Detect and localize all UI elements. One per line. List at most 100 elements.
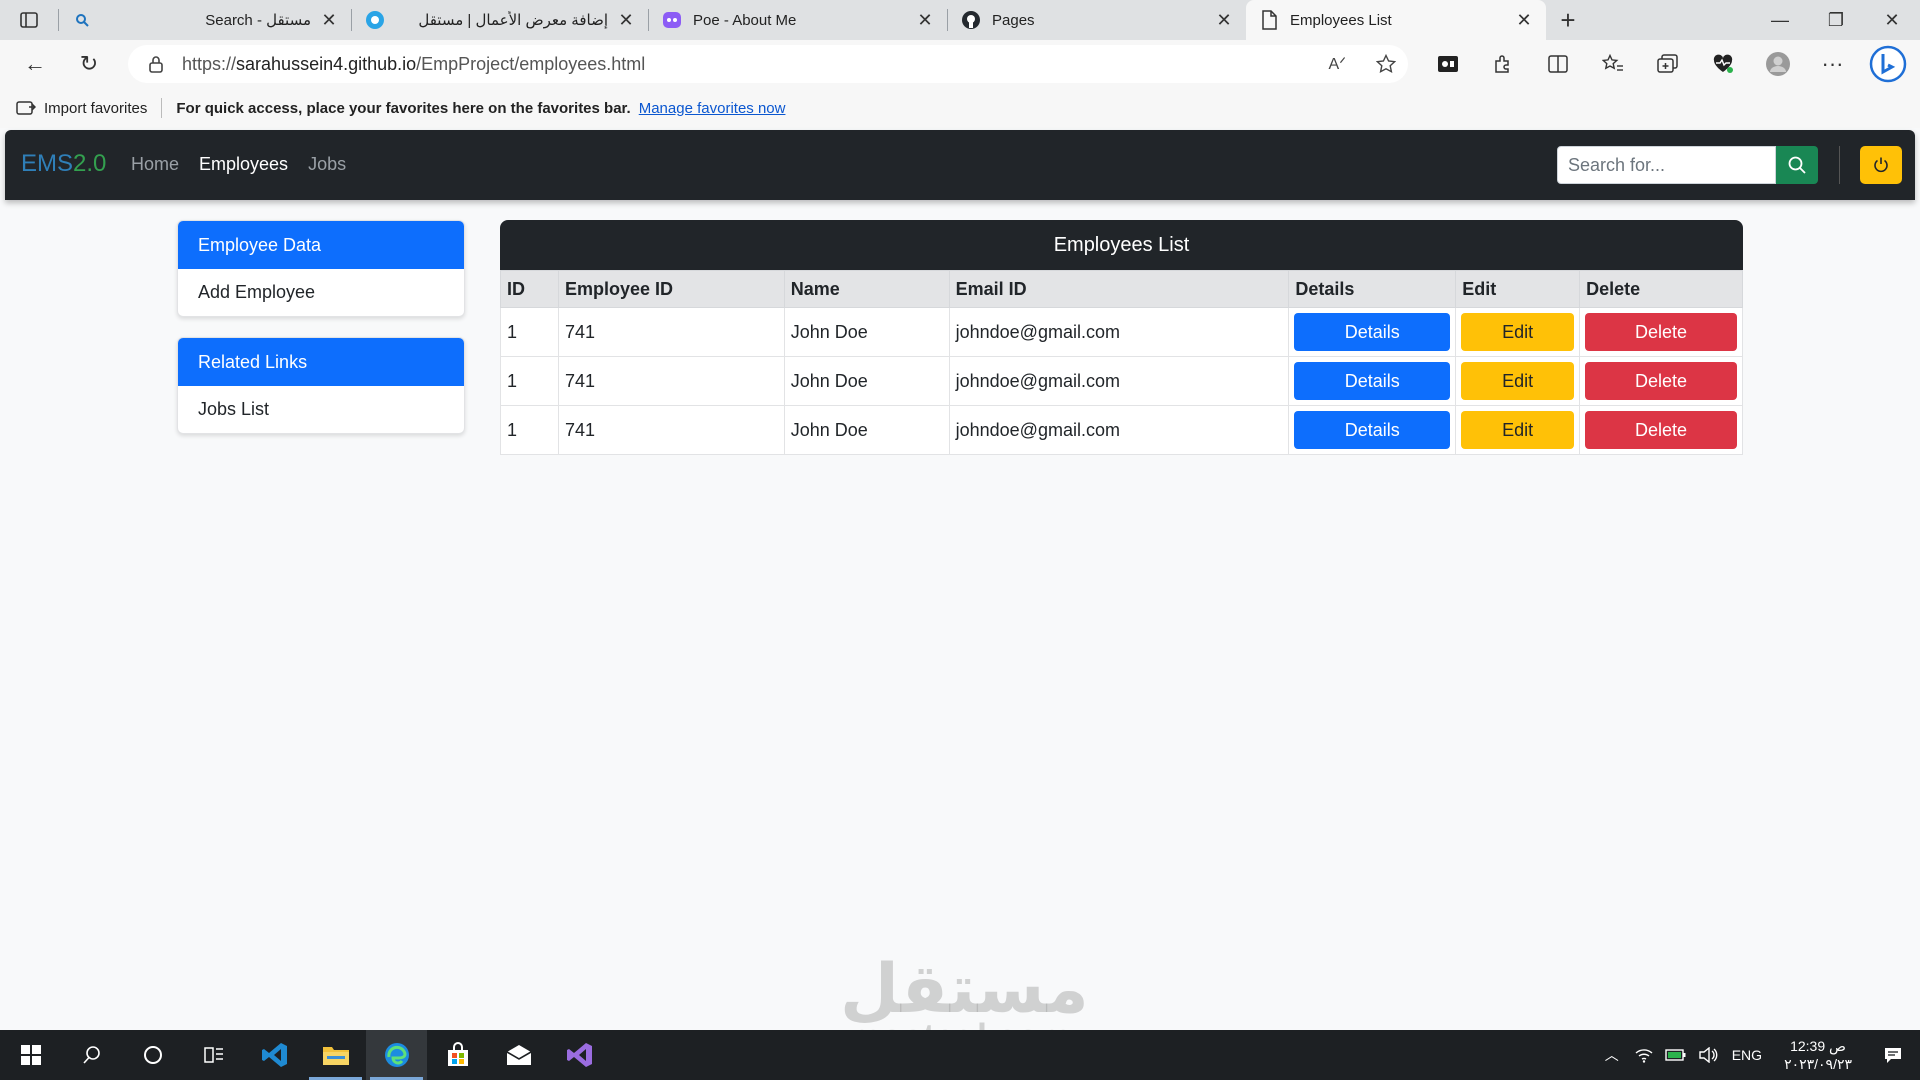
import-favorites-label: Import favorites [44, 99, 148, 117]
task-view-button[interactable] [183, 1030, 244, 1080]
sidebar-card-employee-data: Employee Data Add Employee [177, 220, 465, 317]
browser-essentials-button[interactable] [1695, 40, 1750, 88]
tab-employees-list[interactable]: Employees List ✕ [1246, 0, 1546, 40]
cortana-button[interactable] [122, 1030, 183, 1080]
delete-button[interactable]: Delete [1585, 362, 1737, 400]
tab-mostaql-portfolio[interactable]: إضافة معرض الأعمال | مستقل ✕ [352, 0, 648, 40]
page-icon [1258, 9, 1280, 31]
column-header-delete: Delete [1579, 270, 1743, 308]
tab-title: Employees List [1290, 11, 1392, 29]
details-button[interactable]: Details [1294, 313, 1451, 351]
close-icon[interactable]: ✕ [616, 10, 636, 30]
nav-link-jobs[interactable]: Jobs [308, 154, 346, 175]
taskbar-file-explorer[interactable] [305, 1030, 366, 1080]
settings-more-button[interactable]: ··· [1805, 40, 1860, 88]
new-tab-button[interactable]: + [1546, 0, 1590, 40]
logout-button[interactable] [1860, 146, 1902, 184]
search-icon [1788, 156, 1806, 174]
tab-github-pages[interactable]: Pages ✕ [948, 0, 1246, 40]
visual-studio-icon [566, 1043, 592, 1067]
table-header-row: ID Employee ID Name Email ID Details Edi… [500, 270, 1743, 308]
column-header-employee-id: Employee ID [557, 270, 785, 308]
import-icon [16, 101, 36, 115]
taskbar-edge[interactable] [366, 1030, 427, 1080]
wifi-icon[interactable] [1628, 1047, 1660, 1063]
column-header-id: ID [500, 270, 559, 308]
search-input[interactable] [1557, 146, 1776, 184]
taskbar-visual-studio[interactable] [549, 1030, 610, 1080]
close-icon[interactable]: ✕ [915, 10, 935, 30]
edit-button[interactable]: Edit [1461, 362, 1575, 400]
sidebar-item-add-employee[interactable]: Add Employee [178, 269, 464, 316]
details-button[interactable]: Details [1294, 362, 1451, 400]
collections-icon [1656, 54, 1678, 73]
manage-favorites-link[interactable]: Manage favorites now [639, 100, 786, 117]
nav-links: Home Employees Jobs [131, 154, 346, 175]
url-text: https://sarahussein4.github.io/EmpProjec… [182, 53, 646, 74]
sidebar-card-related-links: Related Links Jobs List [177, 337, 465, 434]
address-bar[interactable]: https://sarahussein4.github.io/EmpProjec… [128, 45, 1408, 83]
extension-button[interactable] [1420, 40, 1475, 88]
start-button[interactable] [0, 1030, 61, 1080]
nav-link-employees[interactable]: Employees [199, 154, 288, 175]
system-clock[interactable]: 12:39 ص ٢٠٢٣/٠٩/٢٣ [1784, 1037, 1852, 1073]
minimize-button[interactable]: — [1752, 0, 1808, 40]
tab-title: إضافة معرض الأعمال | مستقل [418, 12, 608, 29]
search-icon [82, 1046, 100, 1064]
system-tray: ︿ ENG 12:39 ص ٢٠٢٣/٠٩/٢٣ [1596, 1030, 1920, 1080]
sidebar-item-jobs-list[interactable]: Jobs List [178, 386, 464, 433]
window-controls: — ❐ ✕ [1752, 0, 1920, 40]
tab-actions-button[interactable] [0, 0, 58, 40]
close-icon[interactable]: ✕ [319, 10, 339, 30]
mail-icon [506, 1045, 531, 1065]
details-button[interactable]: Details [1294, 411, 1451, 449]
extensions-button[interactable] [1475, 40, 1530, 88]
notifications-icon[interactable] [1866, 1046, 1920, 1064]
tab-search[interactable]: Search - مستقل ✕ [59, 0, 351, 40]
nav-link-home[interactable]: Home [131, 154, 179, 175]
bing-copilot-button[interactable] [1860, 40, 1915, 88]
chevron-up-icon[interactable]: ︿ [1596, 1045, 1628, 1065]
close-icon[interactable]: ✕ [1514, 10, 1534, 30]
close-window-button[interactable]: ✕ [1864, 0, 1920, 40]
sidebar-header-employee-data[interactable]: Employee Data [178, 221, 464, 269]
delete-button[interactable]: Delete [1585, 313, 1737, 351]
cell-edit: Edit [1455, 307, 1581, 357]
favorites-list-icon [1601, 54, 1623, 71]
favorite-star-icon[interactable] [1376, 54, 1396, 74]
delete-button[interactable]: Delete [1585, 411, 1737, 449]
volume-icon[interactable] [1692, 1047, 1724, 1063]
taskbar-search-button[interactable] [61, 1030, 122, 1080]
tab-poe[interactable]: Poe - About Me ✕ [649, 0, 947, 40]
edit-button[interactable]: Edit [1461, 411, 1575, 449]
restore-button[interactable]: ❐ [1808, 0, 1864, 40]
cell-name: John Doe [783, 405, 950, 455]
profile-button[interactable] [1750, 40, 1805, 88]
split-screen-button[interactable] [1530, 40, 1585, 88]
tab-title: Poe - About Me [693, 11, 797, 29]
battery-icon[interactable] [1660, 1048, 1692, 1062]
search-button[interactable] [1776, 146, 1818, 184]
sidebar-header-related-links[interactable]: Related Links [178, 338, 464, 386]
back-button[interactable]: ← [8, 40, 62, 88]
cell-name: John Doe [783, 307, 950, 357]
employees-table: ID Employee ID Name Email ID Details Edi… [500, 270, 1743, 455]
import-favorites-button[interactable]: Import favorites [16, 99, 147, 117]
favorites-separator [161, 98, 163, 118]
close-icon[interactable]: ✕ [1214, 10, 1234, 30]
read-aloud-icon[interactable]: A᠎ᐟ [1329, 54, 1346, 74]
clock-time: 12:39 ص [1790, 1038, 1846, 1054]
brand-logo[interactable]: EMS2.0 [21, 150, 106, 178]
clock-date: ٢٠٢٣/٠٩/٢٣ [1784, 1056, 1852, 1072]
taskbar-mail[interactable] [488, 1030, 549, 1080]
refresh-icon: ↻ [79, 51, 99, 76]
favorites-button[interactable] [1585, 40, 1640, 88]
refresh-button[interactable]: ↻ [62, 40, 116, 88]
edit-button[interactable]: Edit [1461, 313, 1575, 351]
taskbar-vscode[interactable] [244, 1030, 305, 1080]
cell-id: 1 [500, 405, 559, 455]
input-language[interactable]: ENG [1732, 1047, 1762, 1063]
collections-button[interactable] [1640, 40, 1695, 88]
taskbar-store[interactable] [427, 1030, 488, 1080]
github-icon [960, 9, 982, 31]
